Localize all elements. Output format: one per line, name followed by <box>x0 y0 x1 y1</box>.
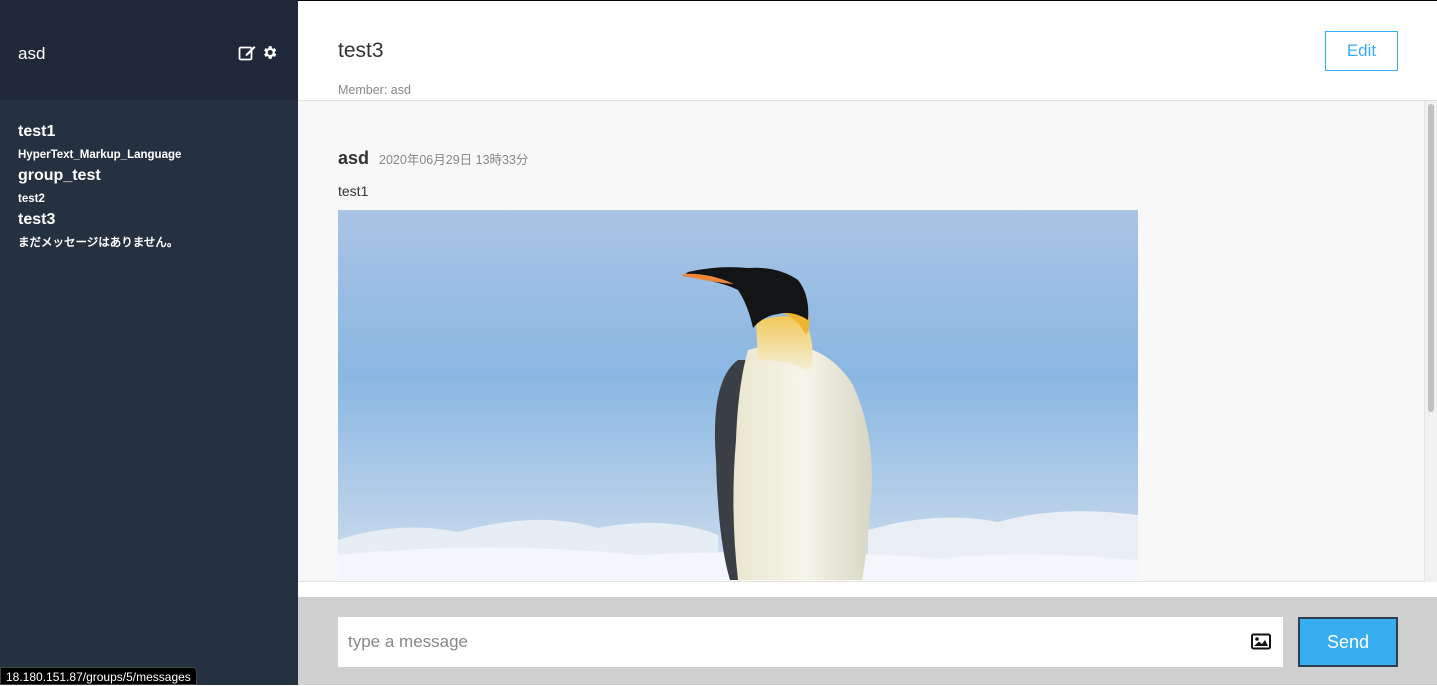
message-input[interactable] <box>338 617 1283 667</box>
message-form: Send <box>298 597 1437 685</box>
header-icons <box>238 44 278 61</box>
group-title: test3 <box>338 39 384 62</box>
current-user-name: asd <box>18 44 46 63</box>
member-list: Member: asd <box>338 83 411 97</box>
message-header: asd 2020年06月29日 13時33分 <box>338 148 1138 169</box>
scrollbar-thumb[interactable] <box>1428 104 1434 412</box>
group-name: group_test <box>18 167 101 184</box>
chat-main: test3 Member: asd Edit asd 2020年06月29日 1… <box>298 0 1437 685</box>
new-group-edit-icon[interactable] <box>238 44 257 61</box>
group-last-message: まだメッセージはありません。 <box>18 237 179 249</box>
group-name: test3 <box>18 211 56 228</box>
sidebar-header: asd <box>0 0 298 100</box>
group-item-test3[interactable]: test3 まだメッセージはありません。 <box>18 210 288 251</box>
group-last-message: HyperText_Markup_Language <box>18 149 182 161</box>
group-name: test1 <box>18 123 56 140</box>
message-list[interactable]: asd 2020年06月29日 13時33分 test1 <box>298 101 1424 582</box>
message-image-penguin <box>338 210 1138 580</box>
image-upload-icon[interactable] <box>1251 633 1271 655</box>
message-item: asd 2020年06月29日 13時33分 test1 <box>338 148 1138 580</box>
sidebar: asd test1 HyperText_Markup_Language grou… <box>0 0 298 685</box>
chat-header: test3 Member: asd Edit <box>298 1 1437 101</box>
message-scrollbar[interactable] <box>1424 101 1437 582</box>
message-text: test1 <box>338 183 369 199</box>
message-date: 2020年06月29日 13時33分 <box>379 153 529 167</box>
send-button[interactable]: Send <box>1298 617 1398 667</box>
status-bar-url: 18.180.151.87/groups/5/messages <box>0 667 197 685</box>
group-item-group-test[interactable]: group_test test2 <box>18 166 288 207</box>
message-user: asd <box>338 148 370 168</box>
group-list: test1 HyperText_Markup_Language group_te… <box>18 122 288 254</box>
settings-gear-icon[interactable] <box>261 44 278 61</box>
edit-button[interactable]: Edit <box>1325 31 1398 71</box>
group-last-message: test2 <box>18 193 45 205</box>
group-item-test1[interactable]: test1 HyperText_Markup_Language <box>18 122 288 163</box>
